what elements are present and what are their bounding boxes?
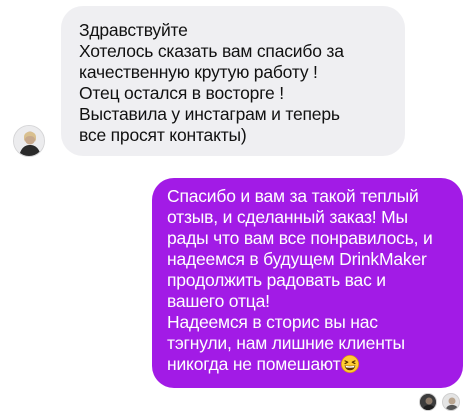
message-line: все просят контакты) — [79, 125, 247, 145]
message-line: Спасибо и вам за такой теплый — [167, 186, 419, 206]
message-line: Здравствуйте — [79, 20, 188, 40]
message-line: отзыв, и сделанный заказ! Мы — [167, 207, 408, 227]
message-line: вашего отца! — [167, 291, 270, 311]
message-line: Отец остался в восторге ! — [79, 83, 284, 103]
message-line: продолжить радовать вас и — [167, 270, 386, 290]
seen-avatar — [442, 393, 460, 411]
sender-photo-icon — [14, 126, 44, 156]
message-line: Хотелось сказать вам спасибо за — [79, 41, 344, 61]
seen-user-photo-icon — [420, 394, 436, 410]
message-line: тэгнули, нам лишние клиенты — [167, 333, 405, 353]
message-line: Выставила у инстаграм и теперь — [79, 104, 340, 124]
message-line-last: никогда не помешают — [167, 354, 455, 375]
message-line-text: никогда не помешают — [167, 354, 341, 374]
seen-user-photo-icon — [443, 394, 459, 410]
incoming-message-bubble[interactable]: Здравствуйте Хотелось сказать вам спасиб… — [61, 6, 405, 156]
sender-avatar[interactable] — [13, 125, 45, 157]
message-line: качественную крутую работу ! — [79, 62, 318, 82]
outgoing-message-bubble[interactable]: Спасибо и вам за такой теплый отзыв, и с… — [152, 178, 463, 388]
message-line: Надеемся в сторис вы нас — [167, 312, 378, 332]
grinning-squinting-face-icon — [341, 355, 360, 373]
message-line: рады что вам все понравилось, и — [167, 228, 433, 248]
seen-avatar — [419, 393, 437, 411]
message-line: надеемся в будущем DrinkMaker — [167, 249, 427, 269]
